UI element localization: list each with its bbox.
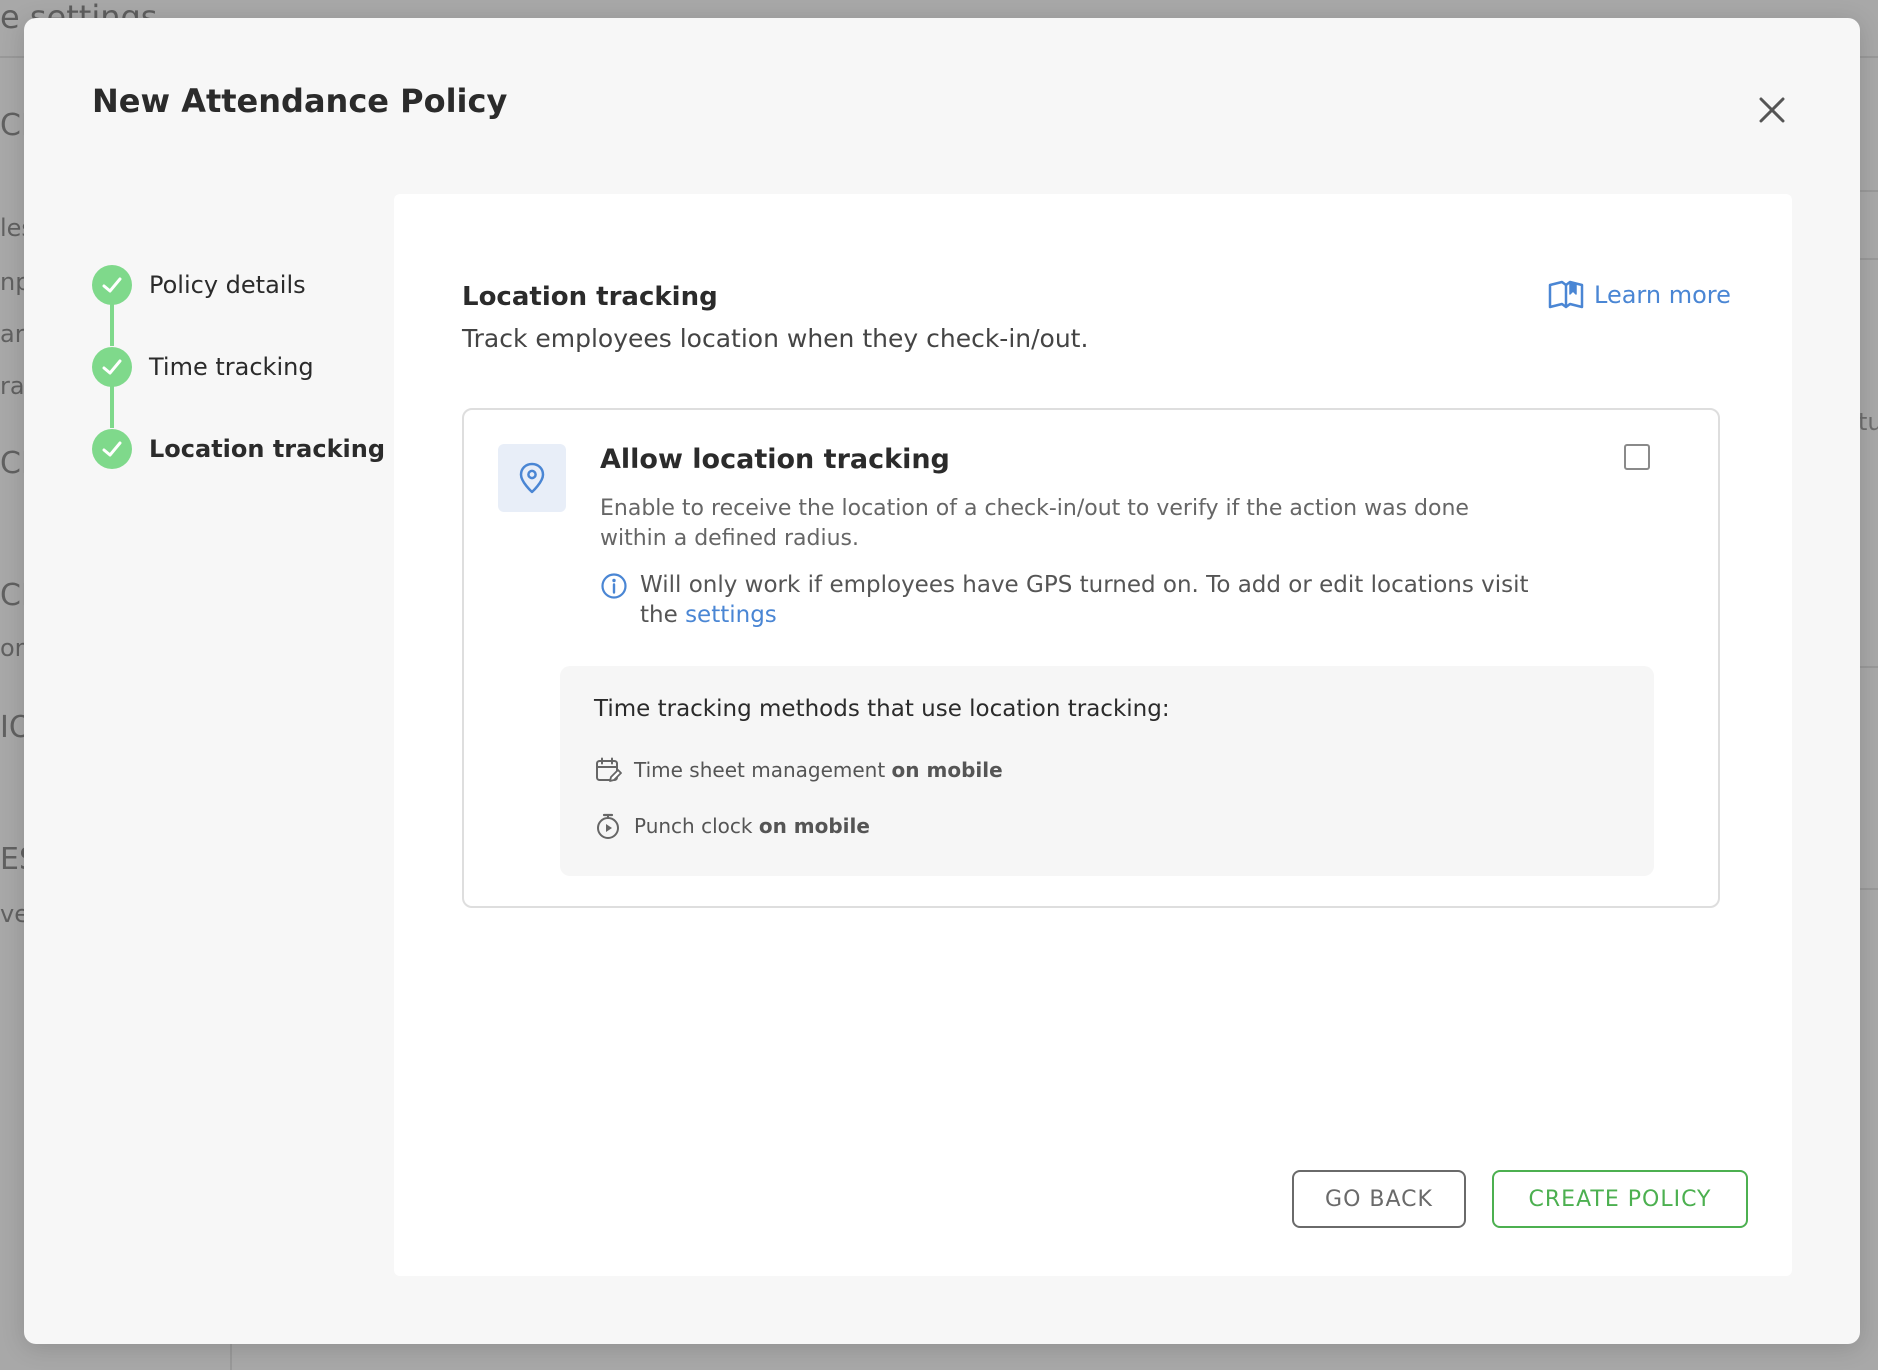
step-connector: [110, 304, 114, 346]
info-text: Will only work if employees have GPS tur…: [640, 570, 1560, 630]
background-divider: [1860, 258, 1878, 260]
background-divider: [230, 1342, 232, 1370]
check-icon: [102, 359, 122, 375]
step-complete-indicator: [92, 347, 132, 387]
background-divider: [1860, 888, 1878, 890]
new-policy-modal: New Attendance Policy Policy details Tim…: [24, 18, 1860, 1344]
option-title: Allow location tracking: [600, 444, 950, 475]
step-label: Time tracking: [149, 353, 314, 381]
step-label: Policy details: [149, 271, 306, 299]
step-connector: [110, 386, 114, 428]
learn-more-label: Learn more: [1594, 281, 1731, 309]
check-icon: [102, 277, 122, 293]
option-description: Enable to receive the location of a chec…: [600, 496, 1469, 551]
check-icon: [102, 441, 122, 457]
method-platform: on mobile: [891, 758, 1003, 782]
content-panel: Location tracking Track employees locati…: [394, 194, 1792, 1276]
background-divider: [1860, 666, 1878, 668]
step-complete-indicator: [92, 429, 132, 469]
step-policy-details[interactable]: Policy details: [92, 264, 392, 306]
method-text: Punch clock on mobile: [634, 814, 870, 838]
allow-location-tracking-checkbox[interactable]: [1624, 444, 1650, 470]
stopwatch-icon: [597, 813, 619, 839]
book-icon: [1548, 280, 1584, 309]
create-policy-button[interactable]: CREATE POLICY: [1492, 1170, 1748, 1228]
close-icon: [1759, 97, 1785, 123]
method-label: Punch clock: [634, 814, 759, 838]
settings-link[interactable]: settings: [685, 602, 777, 628]
method-item: Time sheet management on mobile: [594, 756, 1003, 784]
info-icon: [601, 573, 627, 599]
step-location-tracking[interactable]: Location tracking: [92, 428, 392, 470]
tracking-methods-box: Time tracking methods that use location …: [560, 666, 1654, 876]
modal-title: New Attendance Policy: [92, 82, 508, 120]
method-label: Time sheet management: [634, 758, 892, 782]
background-divider: [1860, 190, 1878, 192]
calendar-edit-icon: [596, 757, 622, 782]
go-back-button[interactable]: GO BACK: [1292, 1170, 1466, 1228]
background-fragment: tu: [1858, 408, 1878, 436]
location-tracking-option-card: Allow location tracking Enable to receiv…: [462, 408, 1720, 908]
method-item: Punch clock on mobile: [594, 812, 870, 840]
close-button[interactable]: [1750, 88, 1794, 132]
method-platform: on mobile: [758, 814, 870, 838]
option-icon-tile: [498, 444, 566, 512]
step-label: Location tracking: [149, 435, 386, 463]
method-text: Time sheet management on mobile: [634, 758, 1003, 782]
gps-info-note: Will only work if employees have GPS tur…: [600, 570, 1560, 630]
step-time-tracking[interactable]: Time tracking: [92, 346, 392, 388]
section-subtitle: Track employees location when they check…: [462, 324, 1089, 353]
section-title: Location tracking: [462, 282, 718, 312]
learn-more-link[interactable]: Learn more: [1548, 280, 1731, 310]
map-pin-icon: [519, 462, 545, 494]
methods-title: Time tracking methods that use location …: [594, 696, 1170, 722]
step-complete-indicator: [92, 265, 132, 305]
